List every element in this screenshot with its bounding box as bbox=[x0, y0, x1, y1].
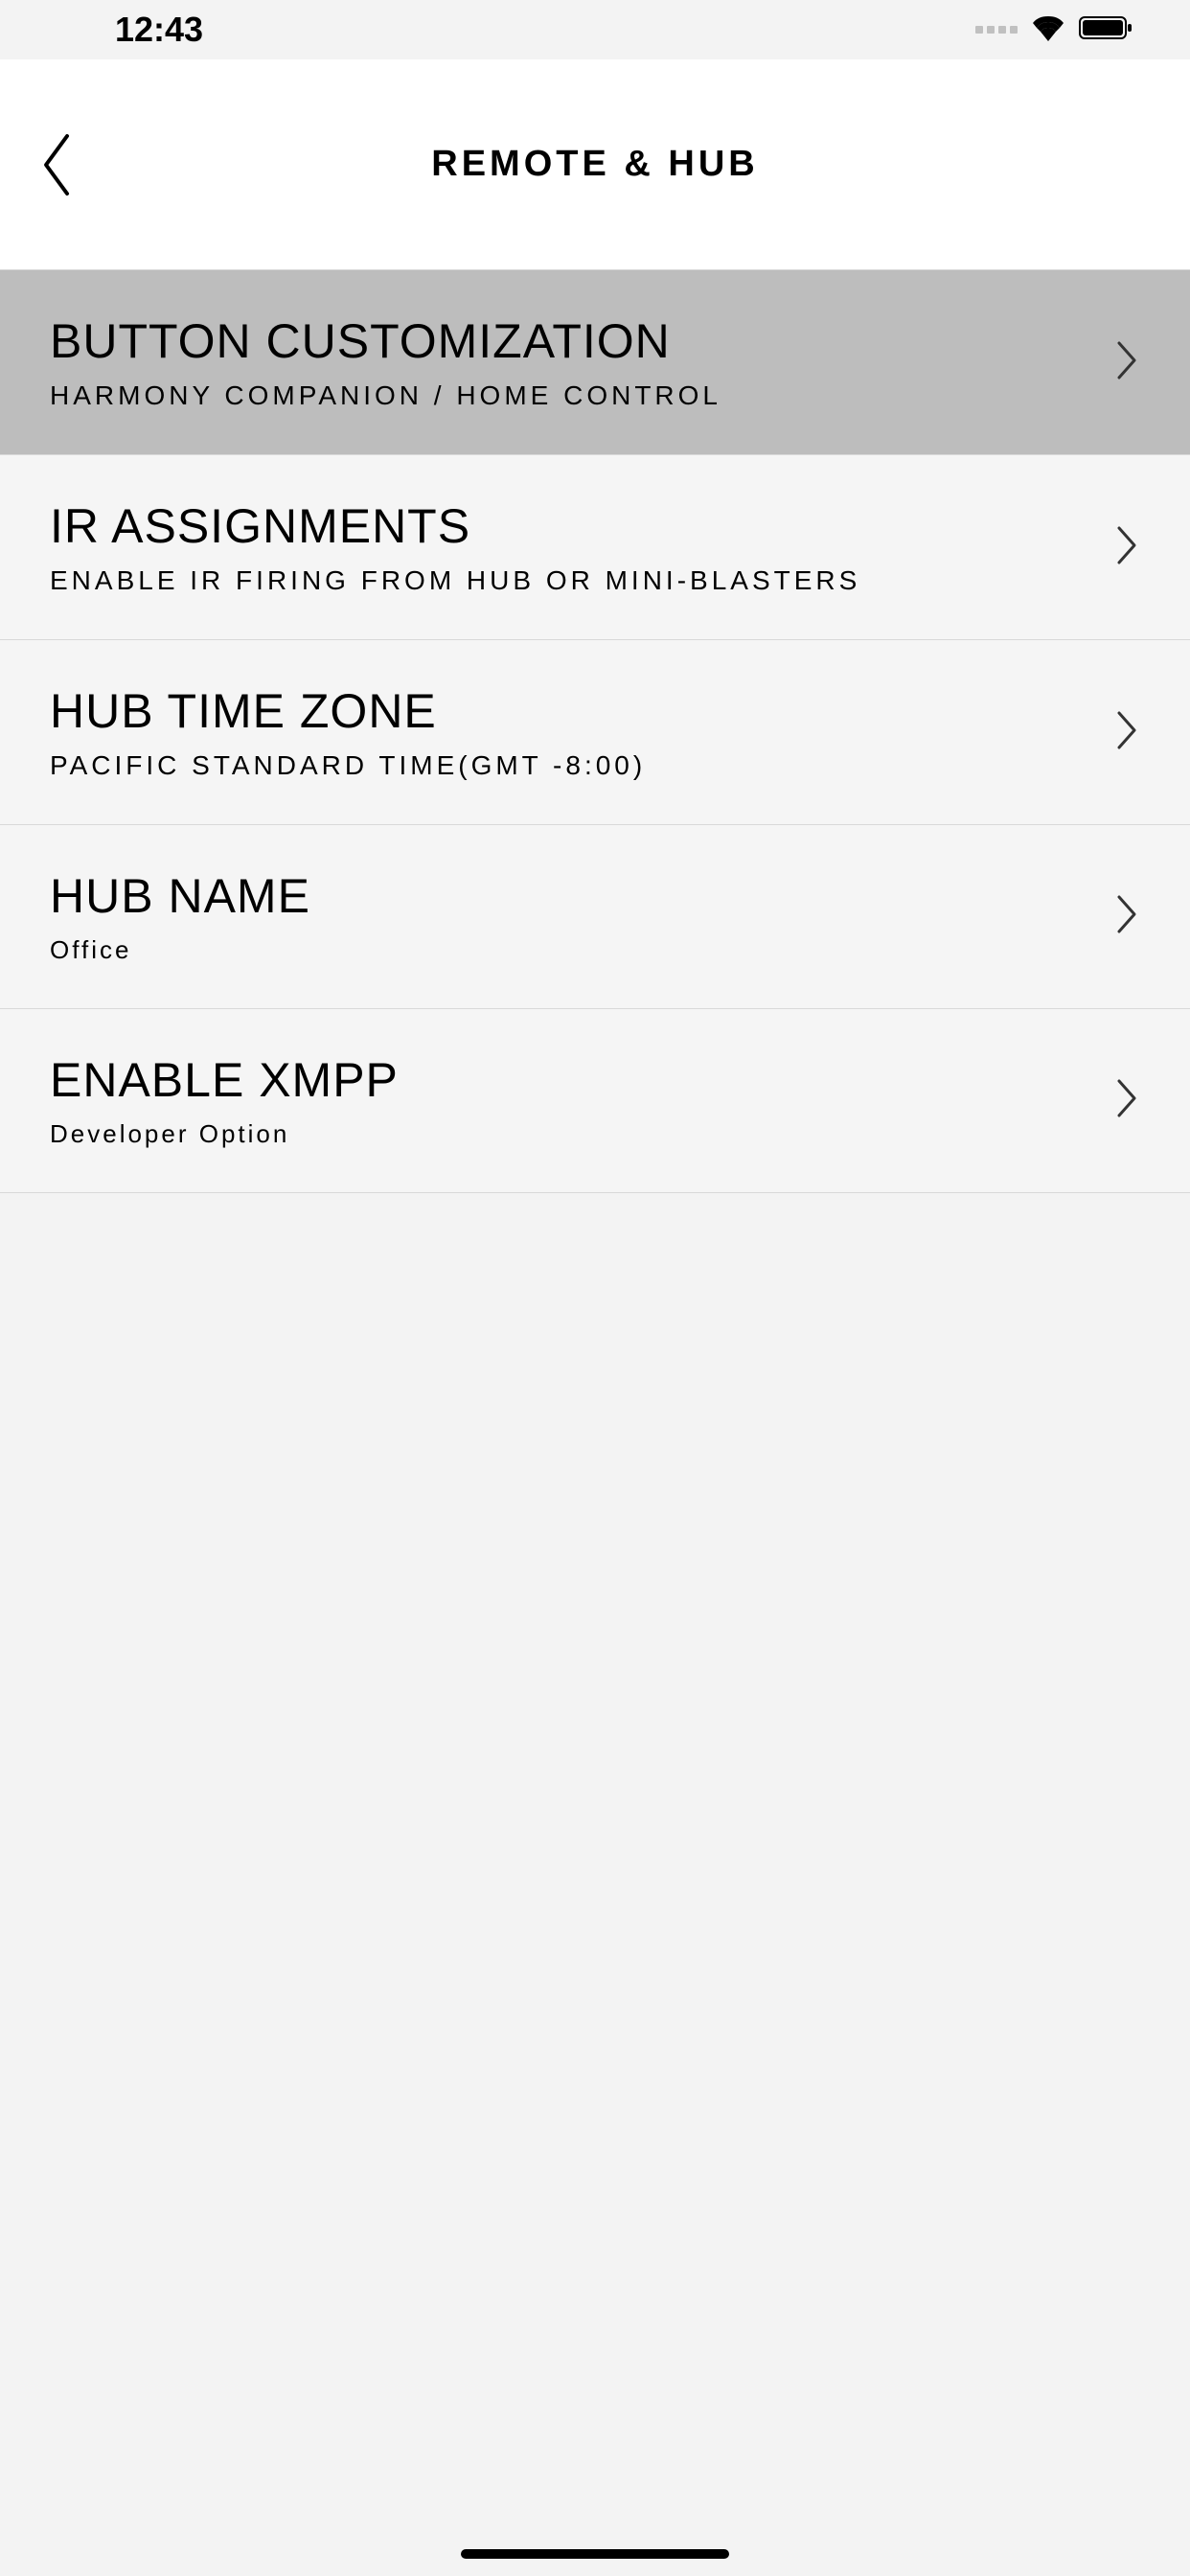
status-time: 12:43 bbox=[115, 10, 203, 50]
list-item-ir-assignments[interactable]: IR ASSIGNMENTS ENABLE IR FIRING FROM HUB… bbox=[0, 455, 1190, 640]
list-item-title: IR ASSIGNMENTS bbox=[50, 498, 860, 554]
list-item-content: BUTTON CUSTOMIZATION HARMONY COMPANION /… bbox=[50, 313, 721, 411]
list-item-button-customization[interactable]: BUTTON CUSTOMIZATION HARMONY COMPANION /… bbox=[0, 270, 1190, 455]
status-bar: 12:43 bbox=[0, 0, 1190, 59]
nav-header: REMOTE & HUB bbox=[0, 59, 1190, 270]
chevron-right-icon bbox=[1115, 524, 1140, 571]
chevron-right-icon bbox=[1115, 893, 1140, 940]
status-icons bbox=[975, 14, 1133, 46]
list-item-subtitle: Office bbox=[50, 935, 310, 965]
list-item-content: HUB TIME ZONE PACIFIC STANDARD TIME(GMT … bbox=[50, 683, 646, 781]
list-item-title: HUB TIME ZONE bbox=[50, 683, 646, 739]
list-item-hub-name[interactable]: HUB NAME Office bbox=[0, 825, 1190, 1009]
list-item-content: ENABLE XMPP Developer Option bbox=[50, 1052, 399, 1149]
chevron-left-icon bbox=[38, 131, 73, 198]
settings-list: BUTTON CUSTOMIZATION HARMONY COMPANION /… bbox=[0, 270, 1190, 1193]
list-item-hub-time-zone[interactable]: HUB TIME ZONE PACIFIC STANDARD TIME(GMT … bbox=[0, 640, 1190, 825]
battery-icon bbox=[1079, 14, 1133, 46]
page-title: REMOTE & HUB bbox=[0, 144, 1190, 185]
chevron-right-icon bbox=[1115, 709, 1140, 756]
list-item-enable-xmpp[interactable]: ENABLE XMPP Developer Option bbox=[0, 1009, 1190, 1193]
list-item-title: HUB NAME bbox=[50, 868, 310, 924]
list-item-title: ENABLE XMPP bbox=[50, 1052, 399, 1108]
home-indicator[interactable] bbox=[461, 2549, 729, 2559]
chevron-right-icon bbox=[1115, 339, 1140, 386]
chevron-right-icon bbox=[1115, 1077, 1140, 1124]
cellular-signal-icon bbox=[975, 26, 1018, 34]
list-item-subtitle: HARMONY COMPANION / HOME CONTROL bbox=[50, 380, 721, 411]
list-item-content: IR ASSIGNMENTS ENABLE IR FIRING FROM HUB… bbox=[50, 498, 860, 596]
list-item-subtitle: Developer Option bbox=[50, 1119, 399, 1149]
list-item-subtitle: ENABLE IR FIRING FROM HUB OR MINI-BLASTE… bbox=[50, 565, 860, 596]
list-item-subtitle: PACIFIC STANDARD TIME(GMT -8:00) bbox=[50, 750, 646, 781]
wifi-icon bbox=[1031, 14, 1065, 46]
list-item-content: HUB NAME Office bbox=[50, 868, 310, 965]
back-button[interactable] bbox=[27, 122, 84, 208]
list-item-title: BUTTON CUSTOMIZATION bbox=[50, 313, 721, 369]
